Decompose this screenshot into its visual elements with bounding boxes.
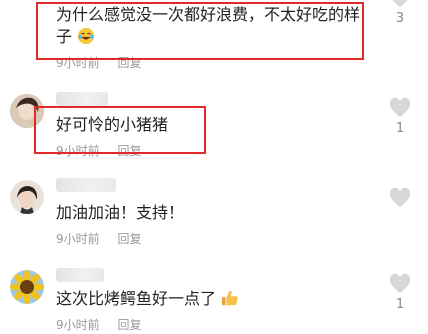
comment-1-like-count: 3 <box>395 11 405 26</box>
comment-3-like-button[interactable] <box>386 188 414 211</box>
heart-icon <box>389 188 411 208</box>
comment-3-text: 加油加油！支持！ <box>56 203 185 222</box>
heart-icon <box>389 98 411 118</box>
comment-4-text: 这次比烤鳄鱼好一点了 <box>56 288 239 313</box>
highlight-box-1 <box>36 2 364 60</box>
comment-1-like-button[interactable]: 3 <box>386 0 414 26</box>
heart-icon <box>392 0 408 8</box>
comment-3-reply-button[interactable]: 回复 <box>117 232 141 246</box>
highlight-box-2 <box>34 106 206 154</box>
comment-2-like-button[interactable]: 1 <box>386 98 414 136</box>
comment-4-time: 9小时前 <box>56 318 100 332</box>
username-blurred[interactable] <box>56 178 116 192</box>
avatar[interactable] <box>10 180 44 214</box>
comment-4-like-button[interactable]: 1 <box>386 274 414 312</box>
username-blurred[interactable] <box>56 92 108 106</box>
comment-4-meta: 9小时前 回复 <box>56 316 155 333</box>
username-blurred[interactable] <box>56 268 104 282</box>
comment-3-meta: 9小时前 回复 <box>56 230 155 247</box>
comment-4-like-count: 1 <box>395 297 405 312</box>
comment-3-time: 9小时前 <box>56 232 100 246</box>
thumbs-up-emoji <box>221 289 239 313</box>
heart-icon <box>389 274 411 294</box>
comment-4-reply-button[interactable]: 回复 <box>117 318 141 332</box>
comment-2-like-count: 1 <box>395 121 405 136</box>
avatar[interactable] <box>10 270 44 304</box>
